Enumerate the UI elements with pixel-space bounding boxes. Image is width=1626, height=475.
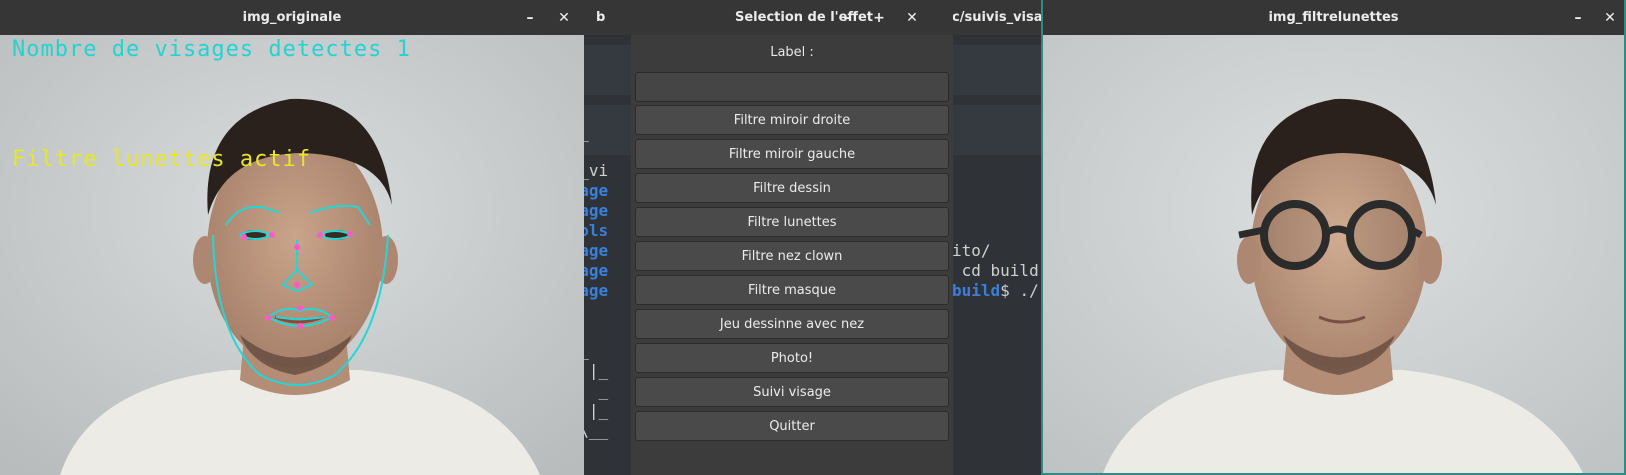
webcam-original-view: Nombre de visages detectes 1 Filtre lune… — [0, 35, 584, 475]
glasses-right-temple — [1410, 226, 1423, 239]
left-ear — [1237, 236, 1261, 284]
close-button[interactable]: ✕ — [1597, 0, 1623, 35]
minimize-button[interactable]: – — [834, 0, 860, 35]
maximize-button[interactable]: + — [866, 0, 892, 35]
webcam-frame — [0, 35, 584, 475]
label-input[interactable] — [635, 72, 949, 102]
mirror-right-filter-button[interactable]: Filtre miroir droite — [635, 105, 949, 135]
terminal-title-left: b — [596, 10, 606, 25]
dialog-titlebar[interactable]: Selection de l'effet – + ✕ — [631, 0, 953, 35]
window-title: img_filtrelunettes — [1268, 10, 1399, 25]
webcam-filtered-view — [1043, 35, 1624, 473]
terminal-title-right: c/suivis_visage — [952, 10, 1045, 25]
window-title: img_originale — [242, 10, 342, 25]
effect-selection-dialog[interactable]: Selection de l'effet – + ✕ Label : Filtr… — [631, 0, 953, 475]
terminal-line: ito/ — [952, 241, 991, 260]
minimize-button[interactable]: – — [517, 0, 543, 35]
mirror-left-filter-button[interactable]: Filtre miroir gauche — [635, 139, 949, 169]
face-tracking-button[interactable]: Suivi visage — [635, 377, 949, 407]
photo-button[interactable]: Photo! — [635, 343, 949, 373]
glasses-filter-button[interactable]: Filtre lunettes — [635, 207, 949, 237]
original-titlebar[interactable]: img_originale – ✕ — [0, 0, 584, 35]
glasses-right-lens — [1346, 200, 1416, 270]
right-ear — [1418, 236, 1442, 284]
glasses-left-temple — [1238, 226, 1265, 239]
glasses-left-lens — [1260, 200, 1330, 270]
filter-active-text: Filtre lunettes actif — [12, 147, 312, 172]
original-image-window[interactable]: img_originale – ✕ Nombre de visages dete… — [0, 0, 584, 475]
glasses-bridge — [1324, 225, 1352, 237]
effect-button-list: Filtre miroir droite Filtre miroir gauch… — [635, 105, 949, 445]
quit-button[interactable]: Quitter — [635, 411, 949, 441]
drawing-filter-button[interactable]: Filtre dessin — [635, 173, 949, 203]
label-caption: Label : — [770, 44, 814, 60]
filtered-image-window[interactable]: img_filtrelunettes – ✕ — [1041, 0, 1626, 475]
close-button[interactable]: ✕ — [551, 0, 577, 35]
nose-drawing-game-button[interactable]: Jeu dessinne avec nez — [635, 309, 949, 339]
filtered-titlebar[interactable]: img_filtrelunettes – ✕ — [1043, 0, 1624, 35]
close-button[interactable]: ✕ — [899, 0, 925, 35]
terminal-line: cd build — [952, 261, 1039, 280]
webcam-frame — [1043, 35, 1624, 473]
mask-filter-button[interactable]: Filtre masque — [635, 275, 949, 305]
minimize-button[interactable]: – — [1565, 0, 1591, 35]
clown-nose-filter-button[interactable]: Filtre nez clown — [635, 241, 949, 271]
terminal-line: build$ ./ — [952, 281, 1039, 300]
faces-detected-text: Nombre de visages detectes 1 — [12, 37, 411, 62]
